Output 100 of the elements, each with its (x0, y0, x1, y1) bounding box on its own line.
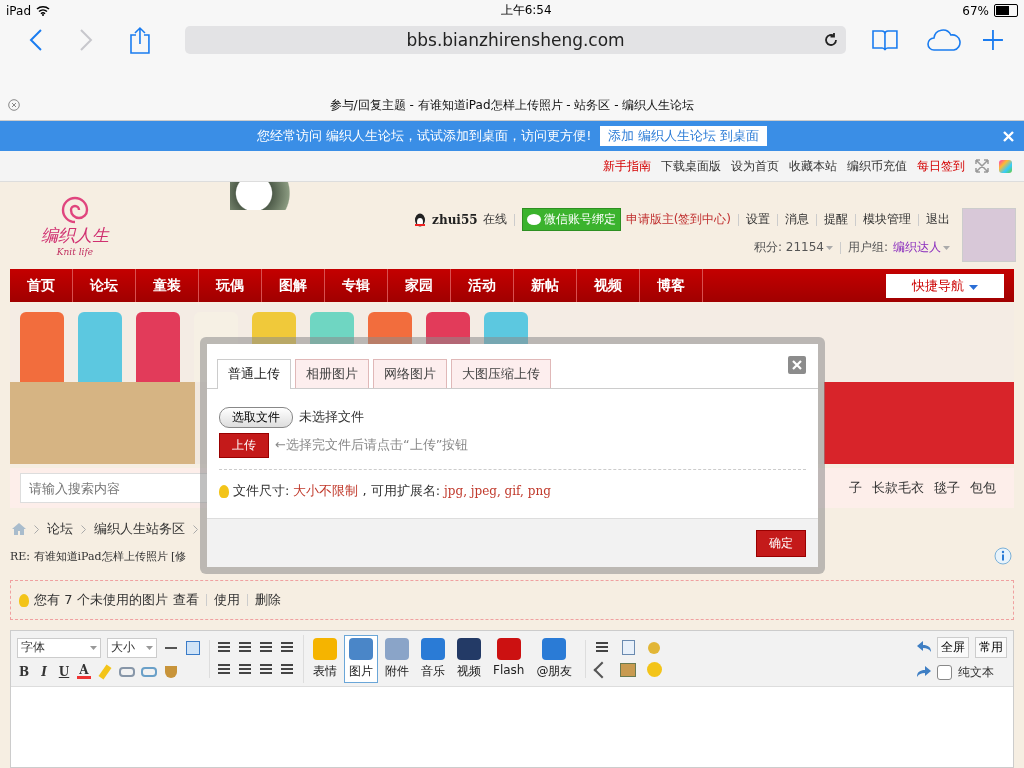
caret-icon[interactable] (943, 245, 950, 250)
editor-tool-button[interactable]: 图片 (344, 634, 378, 683)
caret-icon[interactable] (825, 245, 833, 250)
user-link[interactable]: 提醒 (824, 211, 848, 228)
top-link[interactable]: 设为首页 (731, 157, 779, 175)
caret-icon (90, 645, 97, 650)
choose-file-button[interactable]: 选取文件 (219, 406, 293, 428)
format-button[interactable]: B (17, 664, 31, 679)
wifi-icon (36, 5, 50, 16)
format-button[interactable]: I (37, 664, 51, 679)
breadcrumb-link[interactable]: 编织人生站务区 (94, 520, 185, 538)
nav-item[interactable]: 图解 (262, 269, 325, 302)
fullscreen-button[interactable]: 全屏 (937, 636, 969, 658)
dialog-tab[interactable]: 普通上传 (217, 359, 291, 389)
top-link[interactable]: 编织币充值 (847, 157, 907, 175)
common-button[interactable]: 常用 (975, 636, 1007, 658)
fullscreen-icon[interactable] (975, 159, 989, 173)
unused-images-notice: 您有 7 个未使用的图片 (34, 591, 168, 609)
search-tag[interactable]: 子 (849, 479, 862, 497)
table-icon[interactable] (185, 639, 201, 656)
user-link[interactable]: 设置 (746, 211, 770, 228)
extensions-label: , 可用扩展名: (362, 482, 441, 500)
nav-item[interactable]: 玩偶 (199, 269, 262, 302)
nav-item[interactable]: 论坛 (73, 269, 136, 302)
search-tag[interactable]: 长款毛衣 (872, 479, 924, 497)
nav-item[interactable]: 视频 (577, 269, 640, 302)
close-icon[interactable] (8, 99, 20, 111)
plain-text-checkbox[interactable] (937, 664, 952, 680)
editor-tool-button[interactable]: 视频 (452, 634, 486, 683)
search-tag[interactable]: 包包 (970, 479, 996, 497)
penguin-icon (413, 212, 428, 227)
extensions-value: jpg, jpeg, gif, png (444, 484, 551, 498)
nav-item[interactable]: 专辑 (325, 269, 388, 302)
editor-tool-button[interactable]: Flash (488, 634, 530, 683)
close-icon[interactable] (788, 356, 806, 374)
battery-percent: 67% (962, 3, 989, 18)
points-dropdown[interactable]: 积分: 21154 (753, 239, 824, 256)
document-icon[interactable] (620, 639, 637, 656)
redo-icon[interactable] (917, 666, 931, 678)
back-icon[interactable] (29, 29, 43, 51)
nav-item[interactable]: 博客 (640, 269, 703, 302)
notice-action-link[interactable]: 删除 (254, 591, 281, 609)
quick-nav-button[interactable]: 快捷导航 (886, 273, 1004, 298)
user-group-label: 用户组: (847, 239, 888, 256)
nav-item[interactable]: 童装 (136, 269, 199, 302)
post-title: RE: 有谁知道iPad怎样上传照片 [修 (10, 548, 187, 564)
online-status: 在线 (482, 211, 507, 228)
chevron-icon (34, 524, 39, 534)
notice-action-link[interactable]: 查看 (172, 591, 199, 609)
format-button[interactable]: U (57, 664, 71, 679)
plus-icon[interactable] (982, 29, 1004, 51)
dialog-tab[interactable]: 大图压缩上传 (451, 359, 551, 388)
top-link[interactable]: 下载桌面版 (661, 157, 721, 175)
dialog-tab[interactable]: 网络图片 (373, 359, 447, 388)
caret-icon (968, 284, 978, 290)
user-link[interactable]: 消息 (785, 211, 809, 228)
upload-hint: ←选择完文件后请点击“上传”按钮 (275, 436, 469, 454)
chevron-icon (81, 524, 86, 534)
nav-item[interactable]: 首页 (10, 269, 73, 302)
breadcrumb-link[interactable]: 论坛 (47, 520, 73, 538)
cloud-icon[interactable] (926, 29, 963, 51)
nav-item[interactable]: 活动 (451, 269, 514, 302)
font-select[interactable]: 字体 (17, 637, 101, 658)
upload-button[interactable]: 上传 (219, 432, 269, 458)
nav-item[interactable]: 家园 (388, 269, 451, 302)
editor-tool-button[interactable]: 音乐 (416, 634, 450, 683)
nav-item[interactable]: 新帖 (514, 269, 577, 302)
user-link[interactable]: 模块管理 (863, 211, 911, 228)
size-select[interactable]: 大小 (107, 637, 157, 658)
notice-action-link[interactable]: 使用 (213, 591, 240, 609)
lightbulb-icon (19, 593, 29, 607)
confirm-button[interactable]: 确定 (756, 529, 806, 557)
format-button[interactable]: A (77, 664, 91, 679)
palette-icon[interactable] (999, 159, 1012, 173)
add-to-desktop-button[interactable]: 添加 编织人生论坛 到桌面 (599, 126, 767, 146)
chevron-icon (193, 524, 198, 534)
battery-icon (994, 4, 1018, 17)
no-file-label: 未选择文件 (299, 408, 364, 426)
undo-icon[interactable] (917, 641, 931, 653)
editor-tool-button[interactable]: 表情 (308, 634, 342, 683)
logo-title: 编织人生 (41, 224, 109, 247)
device-name: iPad (6, 3, 31, 18)
search-tag[interactable]: 毯子 (934, 479, 960, 497)
book-icon[interactable] (872, 29, 899, 51)
info-icon[interactable] (994, 547, 1012, 565)
address-bar[interactable]: bbs.bianzhirensheng.com (184, 26, 847, 54)
username[interactable]: zhui55 (432, 212, 478, 227)
user-link[interactable]: 申请版主(签到中心) (625, 211, 731, 228)
share-icon[interactable] (128, 26, 151, 54)
user-link[interactable]: 退出 (926, 211, 950, 228)
editor-tool-button[interactable]: 附件 (380, 634, 414, 683)
clock-time: 上午6:54 (499, 2, 552, 19)
file-size-label: 文件尺寸: (233, 482, 290, 500)
top-link[interactable]: 收藏本站 (789, 157, 837, 175)
dialog-tab[interactable]: 相册图片 (295, 359, 369, 388)
user-group-link[interactable]: 编织达人 (893, 239, 941, 256)
page-title: 参与/回复主题 - 有谁知道iPad怎样上传照片 - 站务区 - 编织人生论坛 (329, 96, 695, 114)
top-link[interactable]: 新手指南 (603, 157, 651, 175)
editor-tool-button[interactable]: @朋友 (531, 634, 578, 683)
top-link[interactable]: 每日签到 (917, 157, 965, 175)
